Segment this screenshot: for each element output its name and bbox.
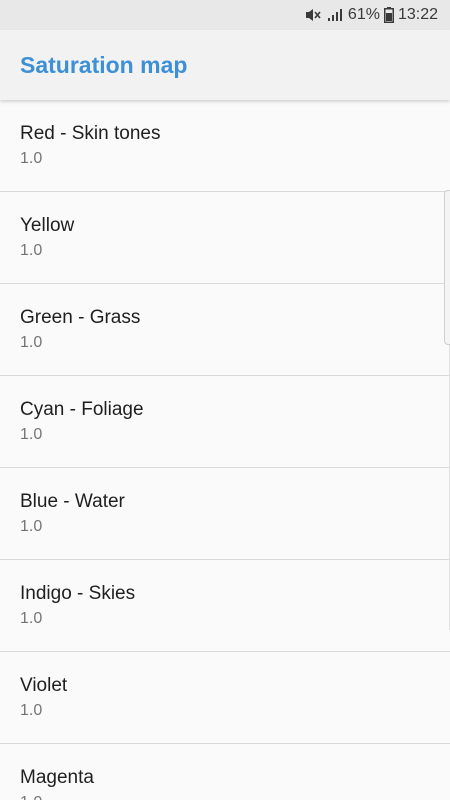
item-value: 1.0 — [20, 242, 43, 259]
battery-percent: 61% — [347, 6, 380, 23]
list-item-magenta[interactable]: Magenta 1.0 — [0, 744, 450, 800]
item-value: 1.0 — [20, 702, 43, 719]
page-title: Saturation map — [20, 51, 188, 78]
list-item-indigo[interactable]: Indigo - Skies 1.0 — [0, 560, 450, 652]
list-item-cyan[interactable]: Cyan - Foliage 1.0 — [0, 376, 450, 468]
item-title: Violet — [20, 675, 68, 696]
item-value: 1.0 — [20, 610, 43, 627]
list-item-green[interactable]: Green - Grass 1.0 — [0, 284, 450, 376]
battery-icon — [383, 7, 394, 23]
list-item-yellow[interactable]: Yellow 1.0 — [0, 192, 450, 284]
item-value: 1.0 — [20, 792, 450, 800]
item-value: 1.0 — [20, 426, 43, 443]
saturation-list: Red - Skin tones 1.0 Yellow 1.0 Green - … — [0, 100, 450, 800]
clock: 13:22 — [397, 6, 438, 23]
signal-icon — [326, 7, 344, 23]
item-title: Cyan - Foliage — [20, 399, 144, 420]
item-value: 1.0 — [20, 518, 43, 535]
item-value: 1.0 — [20, 150, 43, 167]
item-title: Green - Grass — [20, 307, 141, 328]
item-title: Blue - Water — [20, 491, 125, 512]
item-title: Magenta — [20, 767, 94, 788]
item-title: Red - Skin tones — [20, 123, 161, 144]
status-bar: 61% 13:22 — [0, 0, 450, 30]
list-item-blue[interactable]: Blue - Water 1.0 — [0, 468, 450, 560]
screen: 61% 13:22 Saturation map Red - Skin tone… — [0, 0, 450, 800]
list-item-violet[interactable]: Violet 1.0 — [0, 652, 450, 744]
scrollbar-thumb[interactable] — [444, 190, 450, 345]
mute-icon — [304, 7, 322, 23]
list-item-red[interactable]: Red - Skin tones 1.0 — [0, 100, 450, 192]
app-bar: Saturation map — [0, 30, 450, 100]
item-title: Indigo - Skies — [20, 583, 136, 604]
item-value: 1.0 — [20, 334, 43, 351]
item-title: Yellow — [20, 215, 75, 236]
